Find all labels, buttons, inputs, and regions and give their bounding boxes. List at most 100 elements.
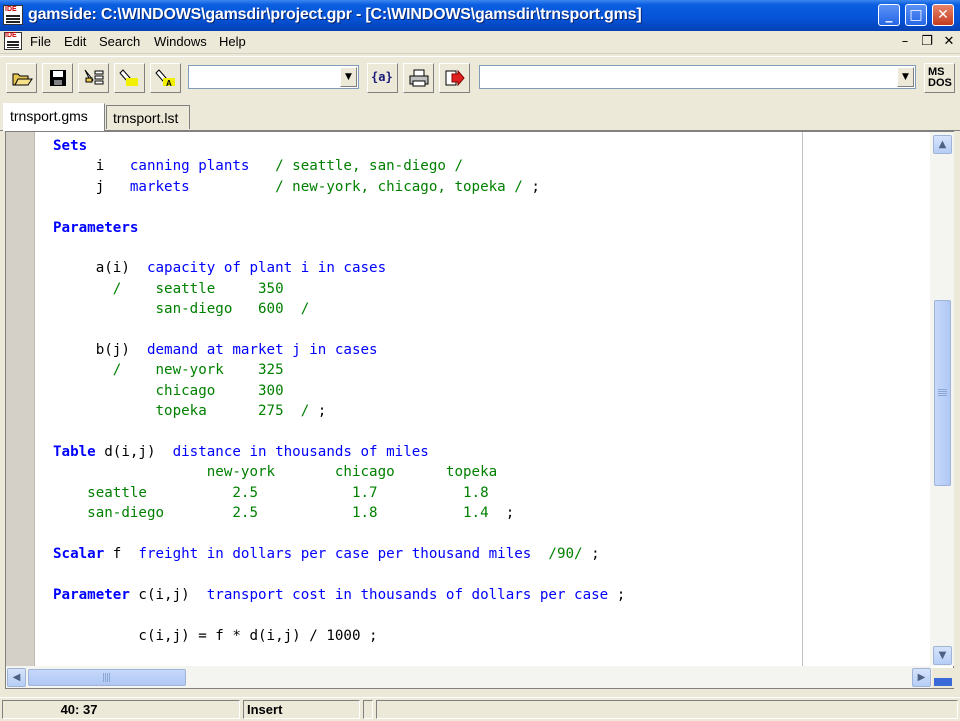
code-token: / seattle, san-diego /	[275, 158, 464, 175]
symbol-combo[interactable]: ▼	[188, 65, 359, 89]
tab-trnsport-lst[interactable]: trnsport.lst	[106, 105, 190, 129]
vertical-scroll-thumb[interactable]	[934, 300, 951, 486]
code-token: freight in dollars per case per thousand…	[138, 546, 549, 562]
horizontal-scroll-thumb[interactable]	[28, 669, 186, 686]
code-token: distance in thousands of miles	[172, 444, 429, 460]
model-library-button[interactable]: MS DOS	[924, 63, 955, 93]
code-line: chicago 300	[53, 381, 283, 401]
highlighter-a-icon: A	[155, 69, 175, 88]
print-button[interactable]	[403, 63, 434, 93]
code-token: f	[112, 546, 139, 562]
brace-a-icon: {a}	[371, 70, 393, 84]
menu-search[interactable]: Search	[99, 34, 140, 49]
status-pane-4	[376, 700, 958, 719]
open-folder-icon	[12, 73, 33, 86]
code-token: d(i,j)	[104, 444, 173, 460]
code-token: markets	[129, 178, 276, 195]
model-library-icon: MS DOS	[928, 66, 952, 89]
code-token: ;	[505, 505, 515, 522]
edit-mode: Insert	[243, 700, 360, 719]
menu-edit[interactable]: Edit	[64, 34, 86, 49]
doc-close-button[interactable]: ✕	[940, 33, 958, 51]
code-token: ;	[309, 403, 327, 420]
code-token: c(i,j)	[138, 586, 207, 603]
code-token: a(i)	[53, 260, 147, 277]
code-token: Parameters	[53, 219, 139, 236]
svg-text:A: A	[166, 79, 172, 88]
code-line: Table d(i,j) distance in thousands of mi…	[53, 442, 429, 462]
code-token: Scalar	[53, 546, 113, 562]
model-tree-icon	[84, 69, 104, 85]
code-line: san-diego 600 /	[53, 299, 309, 319]
code-line: seattle 2.5 1.7 1.8	[53, 483, 489, 503]
code-line: Sets	[53, 136, 87, 156]
code-token: capacity of plant i in cases	[146, 260, 387, 277]
code-editor[interactable]: Sets i canning plants / seattle, san-die…	[5, 131, 954, 689]
menu-file[interactable]: File	[30, 34, 51, 49]
symbol-combo-arrow-icon[interactable]: ▼	[340, 67, 357, 87]
status-pane-3	[363, 700, 373, 719]
code-token: / seattle 350	[53, 280, 284, 297]
minimize-button[interactable]: _	[878, 4, 900, 26]
command-combo[interactable]: ▼	[479, 65, 916, 89]
tab-trnsport-gms[interactable]: trnsport.gms	[3, 103, 105, 131]
code-line: c(i,j) = f * d(i,j) / 1000 ;	[53, 626, 377, 646]
close-button[interactable]: ✕	[932, 4, 954, 26]
code-line: / new-york 325	[53, 360, 284, 380]
code-token: Sets	[53, 138, 88, 154]
menu-windows[interactable]: Windows	[154, 34, 207, 49]
scroll-down-icon[interactable]: ▼	[933, 646, 952, 665]
code-token: san-diego 600 /	[53, 301, 310, 318]
highlighter-button[interactable]	[114, 63, 145, 93]
code-line: Parameters	[53, 218, 138, 238]
run-arrow-icon	[445, 69, 465, 87]
toolbar: A ▼ {a} ▼ MS DOS	[0, 56, 960, 97]
save-button[interactable]	[42, 63, 73, 93]
scroll-left-icon[interactable]: ◀	[7, 668, 26, 687]
status-bar: 40: 37 Insert	[0, 697, 960, 721]
code-token: /90/	[548, 546, 583, 562]
printer-icon	[409, 69, 429, 87]
brace-a-button[interactable]: {a}	[367, 63, 398, 93]
code-line: i canning plants / seattle, san-diego /	[53, 156, 463, 176]
document-icon[interactable]: IDE	[4, 32, 22, 50]
code-token: topeka 275 /	[53, 403, 310, 420]
doc-minimize-button[interactable]: –	[896, 33, 914, 51]
right-margin-line	[802, 132, 803, 688]
highlighter-a-button[interactable]: A	[150, 63, 181, 93]
code-token: i	[53, 158, 130, 175]
command-combo-arrow-icon[interactable]: ▼	[897, 67, 914, 87]
code-token: b(j)	[53, 342, 147, 358]
open-button[interactable]	[6, 63, 37, 93]
scroll-right-icon[interactable]: ▶	[912, 668, 931, 687]
menu-help[interactable]: Help	[219, 34, 246, 49]
save-disk-icon	[50, 70, 66, 86]
code-token: Parameter	[53, 586, 139, 603]
code-line: b(j) demand at market j in cases	[53, 340, 378, 360]
run-button[interactable]	[439, 63, 470, 93]
code-line: a(i) capacity of plant i in cases	[53, 258, 386, 278]
code-token: san-diego 2.5 1.8 1.4	[53, 505, 506, 522]
doc-restore-button[interactable]: ❐	[918, 33, 936, 51]
maximize-button[interactable]: □	[905, 4, 927, 26]
code-line: j markets / new-york, chicago, topeka / …	[53, 177, 540, 197]
code-token: seattle 2.5 1.7 1.8	[53, 484, 489, 501]
code-line: topeka 275 / ;	[53, 401, 326, 421]
menu-bar: IDE File Edit Search Windows Help – ❐ ✕	[0, 31, 960, 54]
model-tree-button[interactable]	[78, 63, 109, 93]
highlighter-icon	[119, 69, 138, 86]
title-bar[interactable]: IDE gamside: C:\WINDOWS\gamsdir\project.…	[0, 0, 960, 31]
code-line: / seattle 350	[53, 279, 284, 299]
app-icon-label: IDE	[5, 6, 17, 13]
app-icon[interactable]: IDE	[3, 5, 23, 25]
code-token: ;	[582, 546, 600, 562]
cursor-position: 40: 37	[2, 700, 240, 719]
editor-gutter	[6, 132, 35, 688]
tab-strip: trnsport.gms trnsport.lst	[0, 101, 960, 131]
code-token: / new-york, chicago, topeka /	[275, 178, 532, 195]
code-line: new-york chicago topeka	[53, 462, 497, 482]
code-token: ;	[616, 586, 626, 603]
scroll-up-icon[interactable]: ▲	[933, 135, 952, 154]
code-token: new-york chicago topeka	[53, 464, 498, 481]
code-token: ;	[531, 178, 540, 195]
